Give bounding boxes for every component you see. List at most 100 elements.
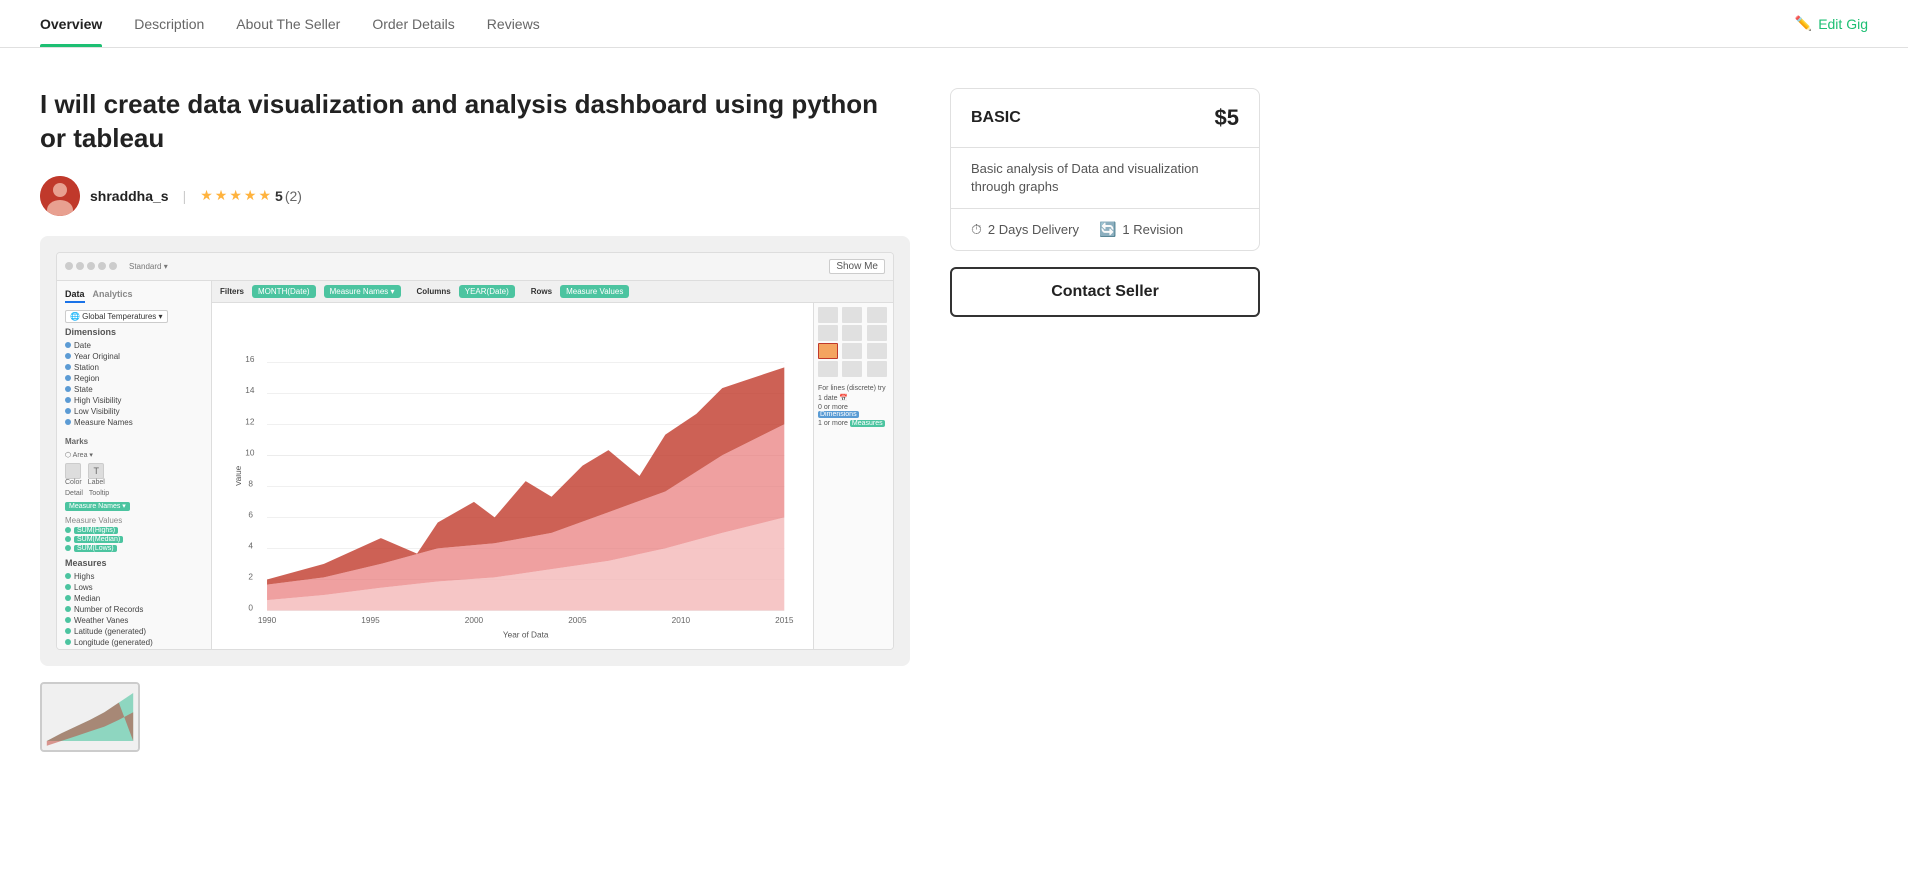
star-4: ★ [244, 187, 257, 204]
measure-highs: SUM(Highs) [65, 527, 203, 534]
svg-text:4: 4 [248, 541, 253, 550]
edit-gig-button[interactable]: ✏️ Edit Gig [1795, 15, 1868, 32]
svg-text:2010: 2010 [672, 615, 691, 624]
dimensions-label: Dimensions [65, 327, 203, 337]
dim-high-visibility: High Visibility [65, 396, 203, 405]
delivery-meta: ⏱ 2 Days Delivery [971, 221, 1079, 238]
sidebar-tab-analytics[interactable]: Analytics [93, 289, 133, 303]
svg-text:Value: Value [236, 465, 243, 486]
filter-chip-measure-values: Measure Values [560, 285, 629, 298]
sidebar-tab-data[interactable]: Data [65, 289, 85, 303]
svg-text:2: 2 [248, 572, 253, 581]
svg-text:2000: 2000 [465, 615, 484, 624]
dim-year-original: Year Original [65, 352, 203, 361]
thumbnail-row [40, 682, 910, 752]
svg-text:2005: 2005 [568, 615, 587, 624]
tableau-sidebar: Data Analytics 🌐 Global Temperatures ▾ D… [57, 281, 212, 649]
refresh-icon: 🔄 [1099, 221, 1116, 238]
star-2: ★ [215, 187, 228, 204]
dim-date: Date [65, 341, 203, 350]
star-1: ★ [200, 187, 213, 204]
svg-text:1995: 1995 [361, 615, 380, 624]
sidebar-tabs: Data Analytics [65, 289, 203, 303]
rating-number: 5 [275, 188, 283, 204]
svg-text:6: 6 [248, 510, 253, 519]
toolbar-dot-2 [76, 262, 84, 270]
chart-area: 0 2 4 6 8 10 12 14 16 [212, 303, 813, 649]
clock-icon: ⏱ [971, 221, 982, 238]
dim-state: State [65, 385, 203, 394]
delivery-text: 2 Days Delivery [988, 222, 1079, 237]
dim-station: Station [65, 363, 203, 372]
chart-type-panel: For lines (discrete) try 1 date 📅 0 or m… [813, 303, 893, 649]
toolbar-dot-1 [65, 262, 73, 270]
tab-description[interactable]: Description [134, 0, 204, 47]
dimensions-section: Dimensions Date Year Original Station Re… [65, 327, 203, 427]
pricing-card: BASIC $5 Basic analysis of Data and visu… [950, 88, 1260, 251]
tab-reviews[interactable]: Reviews [487, 0, 540, 47]
svg-text:Year of Data: Year of Data [503, 630, 549, 639]
divider: | [183, 188, 187, 204]
standard-dropdown: Standard ▾ [129, 262, 168, 271]
svg-text:16: 16 [245, 355, 255, 364]
left-column: I will create data visualization and ana… [40, 88, 910, 752]
toolbar-dot-4 [98, 262, 106, 270]
review-count: (2) [285, 188, 302, 204]
global-dropdown: 🌐 Global Temperatures ▾ [65, 311, 203, 321]
measure-lows: SUM(Lows) [65, 545, 203, 552]
svg-text:0: 0 [248, 603, 253, 612]
thumbnail-inner [42, 684, 138, 750]
filter-chip-year: YEAR(Date) [459, 285, 515, 298]
area-chart: 0 2 4 6 8 10 12 14 16 [236, 311, 805, 641]
tableau-toolbar: Standard ▾ Show Me [57, 253, 893, 281]
contact-seller-button[interactable]: Contact Seller [950, 267, 1260, 317]
meas-highs: Highs [65, 572, 203, 581]
marks-section: Marks ⬡ Area ▾ Color TLabel Detail Toolt… [65, 437, 203, 510]
pencil-icon: ✏️ [1795, 15, 1812, 32]
meas-latitude: Latitude (generated) [65, 627, 203, 636]
show-me-button[interactable]: Show Me [829, 259, 885, 274]
tab-order-details[interactable]: Order Details [372, 0, 454, 47]
measures-label: Measures [65, 558, 203, 568]
tableau-screenshot: Standard ▾ Show Me Data Analytics [56, 252, 894, 650]
toolbar-dot-3 [87, 262, 95, 270]
toolbar-dot-5 [109, 262, 117, 270]
right-column: BASIC $5 Basic analysis of Data and visu… [950, 88, 1260, 752]
top-nav: Overview Description About The Seller Or… [0, 0, 1908, 48]
filters-row: Filters MONTH(Date) Measure Names ▾ Colu… [212, 281, 893, 303]
measures-hint: 1 or more Measures [818, 420, 889, 427]
seller-name[interactable]: shraddha_s [90, 188, 169, 204]
tab-about-seller[interactable]: About The Seller [236, 0, 340, 47]
gig-image-container: Standard ▾ Show Me Data Analytics [40, 236, 910, 666]
measure-median: SUM(Median) [65, 536, 203, 543]
tableau-main-area: Filters MONTH(Date) Measure Names ▾ Colu… [212, 281, 893, 649]
chart-type-grid [818, 307, 889, 377]
svg-text:8: 8 [248, 479, 253, 488]
meas-lows: Lows [65, 583, 203, 592]
gig-title: I will create data visualization and ana… [40, 88, 910, 156]
dimensions-hint: 0 or more Dimensions [818, 404, 889, 418]
avatar-image [40, 176, 80, 216]
chart-wrapper: 0 2 4 6 8 10 12 14 16 [212, 303, 893, 649]
meas-weather-vanes: Weather Vanes [65, 616, 203, 625]
thumbnail-1[interactable] [40, 682, 140, 752]
plan-description: Basic analysis of Data and visualization… [951, 148, 1259, 209]
star-5: ★ [258, 187, 271, 204]
date-hint: 1 date 📅 [818, 394, 889, 402]
meas-records: Number of Records [65, 605, 203, 614]
avatar [40, 176, 80, 216]
main-content: I will create data visualization and ana… [0, 48, 1400, 792]
dim-measure-names: Measure Names [65, 418, 203, 427]
filter-chip-2: Measure Names ▾ [324, 285, 401, 298]
for-lines-hint: For lines (discrete) try [818, 385, 889, 392]
svg-text:1990: 1990 [258, 615, 277, 624]
tab-overview[interactable]: Overview [40, 0, 102, 47]
toolbar-dots [65, 262, 117, 270]
seller-info: shraddha_s | ★ ★ ★ ★ ★ 5 (2) [40, 176, 910, 216]
svg-text:10: 10 [245, 448, 255, 457]
pricing-card-header: BASIC $5 [951, 89, 1259, 148]
dim-region: Region [65, 374, 203, 383]
revision-text: 1 Revision [1122, 222, 1183, 237]
measures-section: Measure Values SUM(Highs) SUM(Median) SU… [65, 516, 203, 649]
plan-price: $5 [1215, 105, 1239, 131]
